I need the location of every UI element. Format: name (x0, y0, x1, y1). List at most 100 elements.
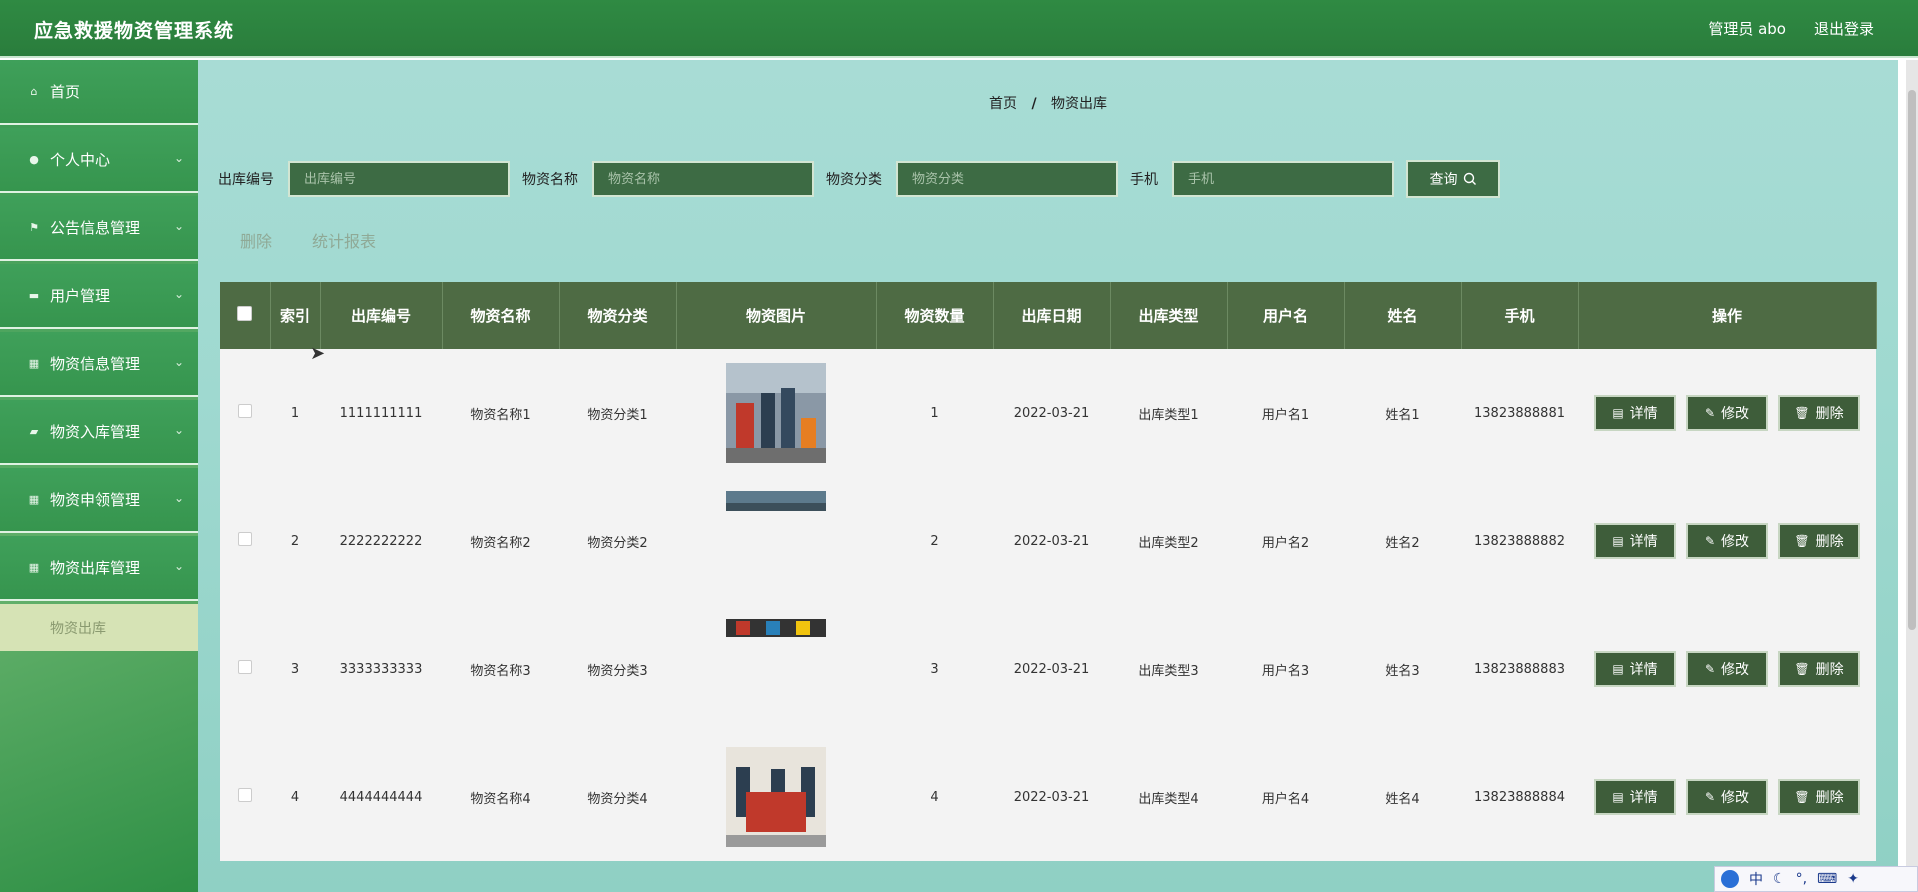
cell-image (676, 349, 876, 477)
pencil-icon: ✎ (1704, 534, 1716, 548)
column-header: 姓名 (1344, 282, 1462, 349)
sidebar-subitem-outbound[interactable]: 物资出库 (0, 604, 198, 651)
breadcrumb-home[interactable]: 首页 (989, 96, 1017, 112)
sidebar-item-3[interactable]: ▬ 用户管理 ⌄ (0, 264, 198, 329)
cell-date: 2022-03-21 (993, 477, 1110, 605)
outbound-table: 索引 出库编号 物资名称 物资分类 物资图片 物资数量 出库日期 出库类型 用户名 姓名 手机 操作 … (220, 282, 1877, 861)
row-checkbox[interactable] (238, 660, 252, 674)
column-header: 索引 (270, 282, 321, 349)
search-input-phone[interactable] (1172, 161, 1394, 197)
scrollbar-thumb[interactable] (1908, 90, 1916, 630)
row-checkbox[interactable] (238, 404, 252, 418)
mouse-cursor-icon: ➤ (310, 343, 326, 364)
row-checkbox-cell[interactable] (220, 349, 270, 477)
cell-name: 物资名称4 (442, 733, 559, 861)
cell-code: 3333333333 (320, 605, 442, 733)
sidebar-item-label: 物资出库管理 (50, 559, 141, 577)
cell-image (676, 477, 876, 605)
chevron-down-icon: ⌄ (173, 287, 184, 301)
grid-icon: ▦ (28, 493, 40, 506)
column-header: 手机 (1461, 282, 1579, 349)
search-label-category: 物资分类 (826, 172, 882, 188)
detail-label: 详情 (1629, 790, 1658, 806)
sidebar-item-2[interactable]: ⚑ 公告信息管理 ⌄ (0, 196, 198, 261)
cell-realname: 姓名4 (1344, 733, 1461, 861)
select-all-checkbox[interactable] (220, 282, 271, 349)
cell-type: 出库类型4 (1110, 733, 1227, 861)
cell-phone: 13823888884 (1461, 733, 1578, 861)
pencil-icon: ✎ (1704, 406, 1716, 420)
search-input-name[interactable] (592, 161, 814, 197)
edit-label: 修改 (1721, 534, 1750, 550)
sidebar-item-label: 用户管理 (50, 287, 111, 305)
cell-code: 2222222222 (320, 477, 442, 605)
search-input-code[interactable] (288, 161, 510, 197)
sidebar-item-6[interactable]: ▦ 物资申领管理 ⌄ (0, 468, 198, 533)
edit-button[interactable]: ✎ 修改 (1686, 395, 1768, 431)
edit-label: 修改 (1721, 790, 1750, 806)
page-scrollbar[interactable] (1906, 60, 1918, 892)
cell-qty: 2 (876, 477, 993, 605)
bulk-delete-button[interactable]: 删除 (240, 228, 272, 252)
search-label-code: 出库编号 (218, 172, 274, 188)
detail-button[interactable]: ▤ 详情 (1594, 779, 1676, 815)
ime-toolbar[interactable]: 中 ☾ °, ⌨ ✦ (1714, 866, 1918, 892)
logout-link[interactable]: 退出登录 (1814, 18, 1874, 39)
delete-button[interactable]: 🗑 删除 (1778, 523, 1860, 559)
sidebar-item-label: 物资申领管理 (50, 491, 141, 509)
ime-language[interactable]: 中 (1749, 869, 1763, 889)
delete-button[interactable]: 🗑 删除 (1778, 395, 1860, 431)
table-row: 1 1111111111 物资名称1 物资分类1 1 2022-03-21 出库类型1 用户名… (220, 349, 1876, 477)
checkbox[interactable] (237, 306, 253, 321)
row-checkbox[interactable] (238, 532, 252, 546)
cell-username: 用户名3 (1227, 605, 1344, 733)
cell-qty: 3 (876, 605, 993, 733)
search-input-category[interactable] (896, 161, 1118, 197)
settings-icon: ✦ (1847, 871, 1859, 887)
cell-operations: ▤ 详情 ✎ 修改 🗑 删除 (1578, 349, 1876, 477)
detail-button[interactable]: ▤ 详情 (1594, 523, 1676, 559)
report-button[interactable]: 统计报表 (312, 228, 376, 252)
chevron-down-icon: ⌄ (173, 491, 184, 505)
sidebar-item-label: 公告信息管理 (50, 219, 141, 237)
item-thumbnail[interactable] (726, 619, 826, 719)
query-button-label: 查询 (1429, 172, 1458, 188)
cell-date: 2022-03-21 (993, 733, 1110, 861)
edit-button[interactable]: ✎ 修改 (1686, 651, 1768, 687)
detail-button[interactable]: ▤ 详情 (1594, 651, 1676, 687)
column-header: 出库类型 (1110, 282, 1228, 349)
detail-label: 详情 (1629, 406, 1658, 422)
cell-phone: 13823888882 (1461, 477, 1578, 605)
row-checkbox-cell[interactable] (220, 477, 270, 605)
main-content: 首页 / 物资出库 出库编号 物资名称 物资分类 手机 查询 删除 统计报表 (198, 60, 1898, 892)
row-checkbox[interactable] (238, 788, 252, 802)
item-thumbnail[interactable] (726, 491, 826, 591)
trash-icon: 🗑 (1794, 534, 1810, 548)
cell-date: 2022-03-21 (993, 349, 1110, 477)
sidebar-item-4[interactable]: ▦ 物资信息管理 ⌄ (0, 332, 198, 397)
edit-button[interactable]: ✎ 修改 (1686, 523, 1768, 559)
edit-label: 修改 (1721, 406, 1750, 422)
sidebar-item-7[interactable]: ▦ 物资出库管理 ⌄ (0, 536, 198, 601)
edit-button[interactable]: ✎ 修改 (1686, 779, 1768, 815)
delete-button[interactable]: 🗑 删除 (1778, 779, 1860, 815)
cell-operations: ▤ 详情 ✎ 修改 🗑 删除 (1578, 733, 1876, 861)
detail-button[interactable]: ▤ 详情 (1594, 395, 1676, 431)
item-thumbnail[interactable] (726, 747, 826, 847)
item-thumbnail[interactable] (726, 363, 826, 463)
sidebar-item-0[interactable]: ⌂ 首页 (0, 60, 198, 125)
query-button[interactable]: 查询 (1406, 160, 1500, 198)
search-bar: 出库编号 物资名称 物资分类 手机 查询 (218, 160, 1500, 198)
sidebar-item-5[interactable]: ▰ 物资入库管理 ⌄ (0, 400, 198, 465)
moon-icon: ☾ (1773, 871, 1786, 887)
cell-type: 出库类型2 (1110, 477, 1227, 605)
delete-label: 删除 (1815, 790, 1844, 806)
delete-label: 删除 (1815, 662, 1844, 678)
cell-phone: 13823888881 (1461, 349, 1578, 477)
delete-button[interactable]: 🗑 删除 (1778, 651, 1860, 687)
sidebar-item-1[interactable]: ● 个人中心 ⌄ (0, 128, 198, 193)
cell-name: 物资名称1 (442, 349, 559, 477)
cell-qty: 1 (876, 349, 993, 477)
row-checkbox-cell[interactable] (220, 733, 270, 861)
row-checkbox-cell[interactable] (220, 605, 270, 733)
